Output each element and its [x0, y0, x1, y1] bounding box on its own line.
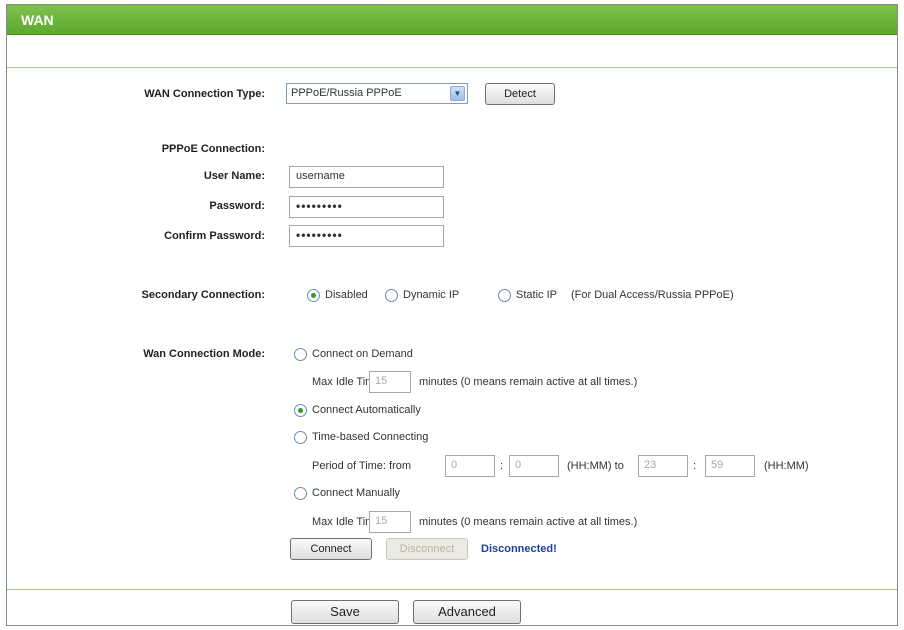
radio-secondary-dynamic-ip[interactable]	[385, 289, 398, 302]
period-to-hour-input[interactable]: 23	[638, 455, 688, 477]
max-idle-time-input-2[interactable]: 15	[369, 511, 411, 533]
pppoe-connection-label: PPPoE Connection:	[161, 143, 265, 155]
connect-manually-label: Connect Manually	[312, 487, 401, 499]
password-label: Password:	[209, 200, 265, 212]
connection-status: Disconnected!	[481, 543, 557, 555]
header-bar: WAN	[7, 5, 897, 35]
period-from-minute-input[interactable]: 0	[509, 455, 559, 477]
wan-connection-mode-label: Wan Connection Mode:	[143, 348, 265, 360]
secondary-disabled-label: Disabled	[325, 289, 368, 301]
wan-panel: WAN WAN Connection Type: PPPoE/Russia PP…	[6, 4, 898, 626]
secondary-dynamic-ip-label: Dynamic IP	[403, 289, 460, 301]
secondary-note: (For Dual Access/Russia PPPoE)	[571, 289, 734, 301]
confirm-password-label: Confirm Password:	[164, 230, 265, 242]
username-input[interactable]: username	[289, 166, 444, 188]
wan-connection-type-value: PPPoE/Russia PPPoE	[291, 87, 402, 99]
top-divider	[7, 67, 897, 68]
chevron-down-icon: ▼	[450, 86, 465, 101]
wan-connection-type-label: WAN Connection Type:	[144, 88, 265, 100]
radio-connect-on-demand[interactable]	[294, 348, 307, 361]
page-title: WAN	[21, 12, 54, 28]
radio-connect-manually[interactable]	[294, 487, 307, 500]
connect-on-demand-label: Connect on Demand	[312, 348, 413, 360]
max-idle-time-input[interactable]: 15	[369, 371, 411, 393]
period-to-label: (HH:MM) to	[567, 460, 624, 472]
secondary-static-ip-label: Static IP	[516, 289, 557, 301]
bottom-divider	[7, 589, 897, 590]
radio-secondary-static-ip[interactable]	[498, 289, 511, 302]
wan-connection-type-select[interactable]: PPPoE/Russia PPPoE ▼	[286, 83, 468, 104]
time-based-connecting-label: Time-based Connecting	[312, 431, 429, 443]
password-input[interactable]: •••••••••	[289, 196, 444, 218]
period-of-time-label: Period of Time: from	[312, 460, 412, 472]
connect-button[interactable]: Connect	[290, 538, 372, 560]
username-label: User Name:	[203, 170, 265, 182]
disconnect-button[interactable]: Disconnect	[386, 538, 468, 560]
max-idle-time-note-2: minutes (0 means remain active at all ti…	[419, 516, 638, 528]
period-to-minute-input[interactable]: 59	[705, 455, 755, 477]
radio-time-based-connecting[interactable]	[294, 431, 307, 444]
period-hhmm-label: (HH:MM)	[764, 460, 809, 472]
radio-secondary-disabled[interactable]	[307, 289, 320, 302]
connect-automatically-label: Connect Automatically	[312, 404, 421, 416]
detect-button[interactable]: Detect	[485, 83, 555, 105]
secondary-connection-label: Secondary Connection:	[141, 289, 265, 301]
period-from-hour-input[interactable]: 0	[445, 455, 495, 477]
advanced-button[interactable]: Advanced	[413, 600, 521, 624]
confirm-password-input[interactable]: •••••••••	[289, 225, 444, 247]
period-colon-1: :	[500, 460, 504, 472]
period-colon-2: :	[693, 460, 697, 472]
save-button[interactable]: Save	[291, 600, 399, 624]
radio-connect-automatically[interactable]	[294, 404, 307, 417]
max-idle-time-note: minutes (0 means remain active at all ti…	[419, 376, 638, 388]
